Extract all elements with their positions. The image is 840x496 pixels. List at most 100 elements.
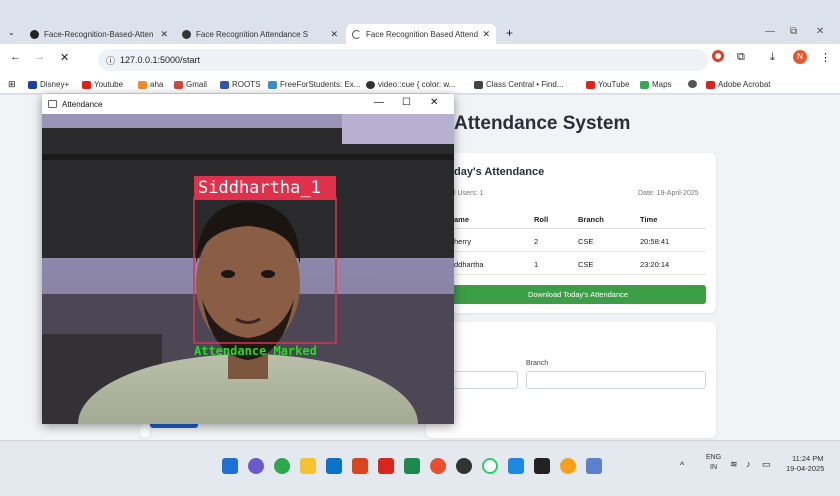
github-icon <box>30 29 39 39</box>
battery-icon[interactable]: ▭ <box>762 459 771 470</box>
avatar[interactable]: N <box>793 50 807 64</box>
classcentral-icon <box>474 80 483 89</box>
window-icon <box>48 100 57 108</box>
address-bar[interactable]: ⓘ 127.0.0.1:5000/start <box>98 49 708 71</box>
page-title: Attendance System <box>454 113 631 134</box>
bookmark-item[interactable]: video::cue { color: w... <box>366 80 455 89</box>
store-icon[interactable] <box>326 458 342 474</box>
back-icon[interactable]: ← <box>10 51 21 63</box>
cell-roll: 2 <box>534 237 539 246</box>
bookmark-item[interactable] <box>688 80 700 88</box>
face-name-label: Siddhartha_1 <box>198 178 321 198</box>
bookmark-item[interactable]: Maps <box>640 80 672 89</box>
office-icon[interactable] <box>352 458 368 474</box>
stop-icon[interactable]: ✕ <box>60 51 69 64</box>
globe-icon <box>366 80 375 89</box>
download-attendance-button[interactable]: Download Today's Attendance <box>450 285 706 304</box>
acrobat-icon[interactable] <box>378 458 394 474</box>
new-tab-button[interactable]: + <box>506 26 513 40</box>
camera-feed <box>42 114 454 424</box>
language-indicator[interactable]: ENG <box>706 454 721 461</box>
bookmark-item[interactable]: FreeForStudents: Ex... <box>268 80 360 89</box>
total-users: l Users: 1 <box>454 190 484 197</box>
tab-active[interactable]: Face Recognition Based Attend ✕ <box>346 24 496 44</box>
widgets-icon[interactable] <box>248 458 264 474</box>
url-text: 127.0.0.1:5000/start <box>120 55 201 65</box>
bookmark-item[interactable]: Disney+ <box>28 80 69 89</box>
terminal-icon[interactable] <box>534 458 550 474</box>
bookmark-item[interactable]: ROOTS <box>220 80 260 89</box>
restore-icon[interactable]: ⧉ <box>790 26 797 37</box>
column-header: Branch <box>578 215 604 224</box>
file-explorer-icon[interactable] <box>300 458 316 474</box>
app-icon <box>182 29 191 39</box>
tab-title: Face-Recognition-Based-Atten <box>44 29 154 39</box>
branch-field[interactable] <box>526 371 706 389</box>
github-desktop-icon[interactable] <box>456 458 472 474</box>
camera-window-title: Attendance <box>62 99 103 109</box>
maximize-icon[interactable]: ☐ <box>402 97 411 108</box>
tab-search-icon[interactable]: ⌄ <box>8 28 15 37</box>
tab-title: Face Recognition Attendance S <box>196 29 309 39</box>
column-header: Time <box>640 215 658 224</box>
cell-roll: 1 <box>534 260 539 269</box>
bookmark-item[interactable]: Class Central • Find... <box>474 80 564 89</box>
menu-icon[interactable]: ⋮ <box>820 51 831 64</box>
table-row: herry 2 CSE 20:58:41 <box>454 229 706 252</box>
minimize-icon[interactable]: — <box>374 97 384 108</box>
bookmark-item[interactable]: Gmail <box>174 80 207 89</box>
extensions-icon[interactable]: ⧉ <box>737 51 745 64</box>
bookmark-item[interactable]: Adobe Acrobat <box>706 80 770 89</box>
bookmark-item[interactable]: Youtube <box>82 80 123 89</box>
bookmark-item[interactable]: aha <box>138 80 163 89</box>
download-icon[interactable]: ⤓ <box>770 51 775 64</box>
close-icon[interactable]: ✕ <box>430 97 438 108</box>
youtube-icon <box>82 80 91 89</box>
region-indicator: IN <box>710 464 717 471</box>
bookmark-item[interactable]: YouTube <box>586 80 629 89</box>
cell-time: 23:20:14 <box>640 260 670 269</box>
clock-time[interactable]: 11:24 PM <box>792 454 824 463</box>
tab-close-icon[interactable]: ✕ <box>482 29 490 40</box>
wifi-icon[interactable]: ≋ <box>730 459 738 470</box>
forward-icon[interactable]: → <box>34 51 45 63</box>
clock-date: 19-04-2025 <box>786 464 825 473</box>
opera-icon[interactable] <box>712 50 724 62</box>
volume-icon[interactable]: ♪ <box>746 459 751 469</box>
edge-icon[interactable] <box>274 458 290 474</box>
globe-icon <box>688 80 697 88</box>
tab-close-icon[interactable]: ✕ <box>160 29 168 40</box>
column-header: Roll <box>534 215 549 224</box>
maps-icon <box>640 80 649 89</box>
tab-attendance-app[interactable]: Face Recognition Attendance S ✕ <box>176 24 344 44</box>
tab-close-icon[interactable]: ✕ <box>330 29 338 40</box>
windows-start-icon[interactable] <box>222 458 238 474</box>
tab-github[interactable]: Face-Recognition-Based-Atten ✕ <box>24 24 174 44</box>
tab-title: Face Recognition Based Attend <box>366 29 479 39</box>
cell-branch: CSE <box>578 260 594 269</box>
whatsapp-icon[interactable] <box>482 458 498 474</box>
loading-icon <box>352 29 361 39</box>
minimize-icon[interactable]: — <box>765 26 775 37</box>
attendance-status-text: Attendance Marked <box>194 344 317 358</box>
vscode-icon[interactable] <box>508 458 524 474</box>
apps-icon[interactable]: ⊞ <box>8 79 16 90</box>
form-card-edge <box>140 424 150 438</box>
excel-icon[interactable] <box>404 458 420 474</box>
camera-window[interactable]: Siddhartha_1 Attendance Marked <box>42 94 454 424</box>
branch-label: Branch <box>526 360 549 367</box>
info-icon[interactable]: ⓘ <box>106 54 115 67</box>
chrome-icon[interactable] <box>560 458 576 474</box>
close-window-icon[interactable]: ✕ <box>816 26 824 37</box>
aha-icon <box>138 80 147 89</box>
chrome-icon[interactable] <box>430 458 446 474</box>
table-header: ame Roll Branch Time <box>454 209 706 229</box>
camera-window-titlebar[interactable]: Attendance — ☐ ✕ <box>42 94 454 114</box>
python-icon[interactable] <box>586 458 602 474</box>
cell-name: herry <box>454 237 472 246</box>
cell-name: ddhartha <box>454 260 484 269</box>
freeforstudents-icon <box>268 80 277 89</box>
chevron-up-icon[interactable]: ^ <box>680 460 684 470</box>
cell-time: 20:58:41 <box>640 237 670 246</box>
disney-icon <box>28 80 37 89</box>
